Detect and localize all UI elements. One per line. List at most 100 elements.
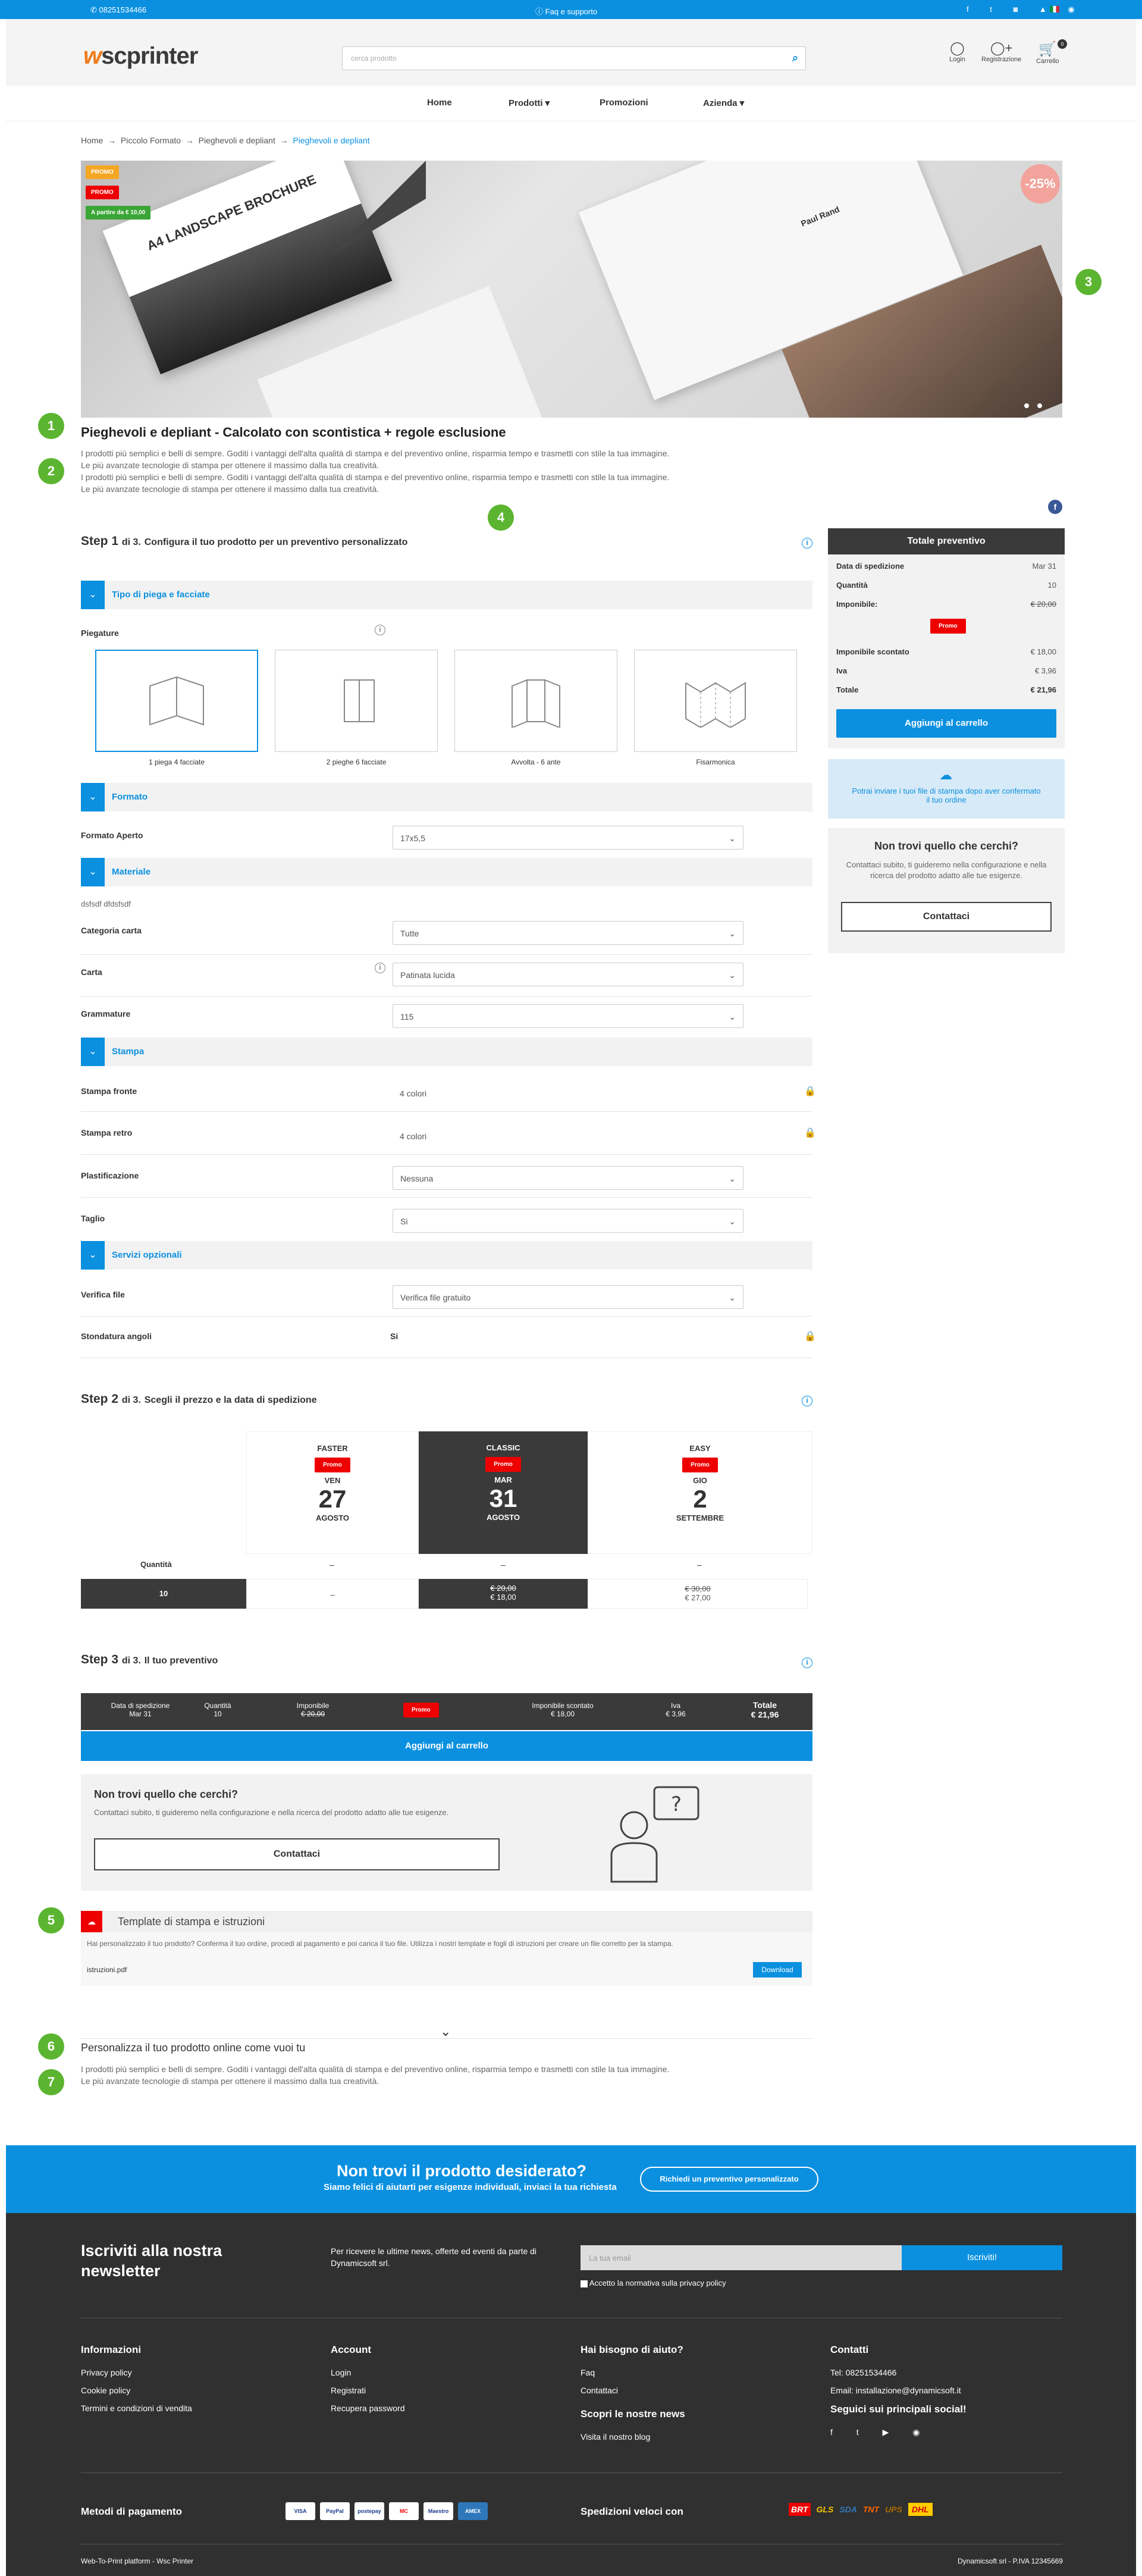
subscribe-button[interactable]: Iscriviti! [902, 2245, 1062, 2270]
info-icon[interactable]: i [802, 538, 812, 549]
option-faster[interactable]: FASTER Promo VEN 27 AGOSTO [246, 1431, 419, 1554]
maestro-icon: Maestro [423, 2502, 453, 2520]
fold-option-2[interactable] [275, 650, 438, 752]
fold-option-1[interactable] [95, 650, 258, 752]
quote-summary: Data di spedizione Mar 31 Quantità 10 Impo… [81, 1693, 812, 1730]
footer-link[interactable]: Visita il nostro blog [581, 2432, 685, 2442]
breadcrumb-home[interactable]: Home [81, 136, 103, 145]
logo[interactable]: wscprinter [83, 43, 198, 70]
summary-imponibile: Imponibile € 20,00 [265, 1701, 360, 1718]
cart-button[interactable]: 🛒 Carrello [1036, 40, 1059, 65]
iva-label: Iva [836, 666, 848, 675]
footer-link[interactable]: Login [331, 2368, 405, 2377]
social-icons[interactable]: f t ▶ ◉ [830, 2427, 967, 2437]
nav-azienda[interactable]: Azienda ▾ [703, 98, 744, 108]
imponibile-label: Imponibile: [836, 600, 878, 609]
contact-button[interactable]: Contattaci [94, 1838, 500, 1870]
italian-flag-icon[interactable] [1050, 6, 1059, 12]
info-icon[interactable]: i [802, 1657, 812, 1668]
hero-carousel[interactable]: A4 LANDSCAPE BROCHURE Paul Rand PROMO PR… [81, 161, 1062, 418]
footer-link[interactable]: Recupera password [331, 2403, 405, 2413]
templates-title: Template di stampa e istruzioni [118, 1916, 265, 1928]
section-formato[interactable]: ⌄ Formato [81, 783, 812, 811]
summary-header: Iva [670, 1701, 680, 1710]
info-icon[interactable]: i [375, 963, 385, 973]
footer-link[interactable]: Contattaci [581, 2386, 685, 2395]
add-to-cart-button[interactable]: Aggiungi al carrello [81, 1731, 812, 1761]
chevron-down-icon: ⌄ [729, 1293, 736, 1302]
price-faster[interactable]: – [246, 1579, 419, 1609]
fold-option-3[interactable] [454, 650, 617, 752]
footer-link[interactable]: Faq [581, 2368, 685, 2377]
qty-row-label: 10 [81, 1579, 246, 1609]
divider [81, 1197, 812, 1198]
templates-section: ☁ Template di stampa e istruzioni Hai pe… [81, 1911, 812, 1986]
search-input[interactable]: cerca prodotto ⌕ [342, 46, 806, 70]
nav-prodotti-label: Prodotti [509, 98, 543, 108]
formato-label: Formato Aperto [81, 831, 143, 840]
plastificazione-select[interactable]: Nessuna ⌄ [393, 1166, 743, 1190]
qty-value: 10 [1047, 581, 1056, 590]
info-icon[interactable]: i [375, 625, 385, 635]
chevron-down-icon: ⌄ [81, 1038, 105, 1066]
section-stampa[interactable]: ⌄ Stampa [81, 1038, 812, 1066]
newsletter-email-input[interactable]: La tua email [581, 2245, 902, 2270]
contact-button[interactable]: Contattaci [841, 902, 1052, 932]
taglio-select[interactable]: Si ⌄ [393, 1209, 743, 1233]
retro-value: 4 colori [400, 1132, 427, 1141]
section-servizi[interactable]: ⌄ Servizi opzionali [81, 1241, 812, 1270]
facebook-share-icon[interactable]: f [1048, 500, 1062, 514]
custom-quote-button[interactable]: Richiedi un preventivo personalizzato [640, 2167, 818, 2192]
grammatura-select[interactable]: 115 ⌄ [393, 1004, 743, 1028]
fold-1-icon [149, 676, 204, 726]
info-icon[interactable]: i [802, 1396, 812, 1406]
marker-2: 2 [38, 458, 64, 484]
footer-contact[interactable]: Email: installazione@dynamicsoft.it [830, 2386, 967, 2395]
footer-link[interactable]: Privacy policy [81, 2368, 192, 2377]
nav-home[interactable]: Home [427, 98, 452, 108]
breadcrumb-category[interactable]: Pieghevoli e depliant [199, 136, 275, 145]
categoria-select[interactable]: Tutte ⌄ [393, 921, 743, 945]
carousel-dot[interactable] [1037, 403, 1042, 408]
chevron-down-icon: ⌄ [729, 1217, 736, 1226]
download-button[interactable]: Download [753, 1962, 802, 1978]
carta-select[interactable]: Patinata lucida ⌄ [393, 963, 743, 986]
breadcrumb: Home → Piccolo Formato → Pieghevoli e de… [81, 136, 370, 145]
option-easy[interactable]: EASY Promo GIO 2 SETTEMBRE [588, 1431, 812, 1554]
section-tipo[interactable]: ⌄ Tipo di piega e facciate [81, 581, 812, 609]
imponibile-scontato-value: € 18,00 [1030, 647, 1056, 656]
footer-col-title: Account [331, 2344, 371, 2355]
faq-link[interactable]: ⓘ Faq e supporto [535, 5, 597, 17]
carousel-dot[interactable] [1024, 403, 1029, 408]
privacy-checkbox[interactable]: Accetto la normativa sulla privacy polic… [581, 2279, 726, 2287]
social-icons[interactable]: f t ◙ ▲ ◉ [967, 5, 1084, 14]
summary-value: € 21,96 [751, 1710, 779, 1719]
breadcrumb-piccolo-formato[interactable]: Piccolo Formato [121, 136, 181, 145]
top-bar: ✆ 08251534466 ⓘ Faq e supporto f t ◙ ▲ ◉ [0, 0, 1142, 19]
section-materiale[interactable]: ⌄ Materiale [81, 858, 812, 886]
search-icon[interactable]: ⌕ [792, 52, 798, 64]
summary-header: Imponibile scontato [532, 1701, 594, 1710]
formato-select[interactable]: 17x5,5 ⌄ [393, 826, 743, 850]
newsletter-text: Per ricevere le ultime news, offerte ed … [331, 2246, 537, 2268]
chevron-down-icon[interactable]: ⌄ [440, 2024, 451, 2039]
register-button[interactable]: ◯+ Registrazione [981, 40, 1021, 63]
fold-option-4[interactable] [634, 650, 797, 752]
footer-link[interactable]: Cookie policy [81, 2386, 192, 2395]
product-title: Pieghevoli e depliant - Calcolato con sc… [81, 425, 506, 440]
nav-promozioni[interactable]: Promozioni [600, 98, 648, 108]
footer-col-help: Hai bisogno di aiuto? Faq Contattaci Scopri… [581, 2344, 685, 2450]
verifica-select[interactable]: Verifica file gratuito ⌄ [393, 1285, 743, 1309]
footer-link[interactable]: Termini e condizioni di vendita [81, 2403, 192, 2413]
phone-link[interactable]: ✆ 08251534466 [90, 5, 146, 15]
login-button[interactable]: ◯ Login [949, 40, 965, 63]
option-classic[interactable]: CLASSIC Promo MAR 31 AGOSTO [419, 1431, 588, 1554]
chevron-down-icon: ⌄ [81, 581, 105, 609]
help-box: Non trovi quello che cerchi? Contattaci … [828, 828, 1065, 953]
qty-label: Quantità [836, 581, 868, 590]
price-classic[interactable]: € 20,00 € 18,00 [419, 1579, 588, 1609]
nav-prodotti[interactable]: Prodotti ▾ [509, 98, 550, 108]
price-easy[interactable]: € 30,00 € 27,00 [588, 1579, 808, 1609]
footer-link[interactable]: Registrati [331, 2386, 405, 2395]
add-to-cart-button[interactable]: Aggiungi al carrello [836, 709, 1056, 738]
